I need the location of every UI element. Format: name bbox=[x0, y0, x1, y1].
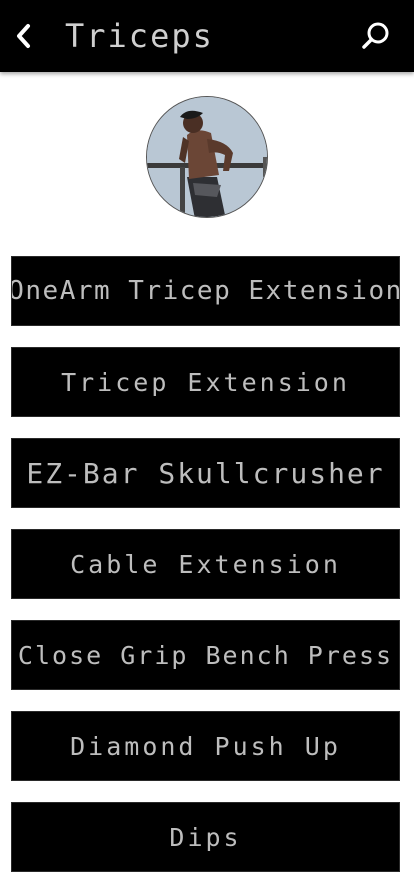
exercise-label: Cable Extension bbox=[70, 549, 341, 579]
exercise-label: Diamond Push Up bbox=[70, 731, 341, 761]
exercise-button-cable-extension[interactable]: Cable Extension bbox=[11, 529, 400, 599]
exercise-label: OneArm Tricep Extension bbox=[11, 276, 400, 306]
page-title: Triceps bbox=[65, 17, 214, 55]
exercise-label: Dips bbox=[169, 822, 242, 852]
exercise-button-diamond-push-up[interactable]: Diamond Push Up bbox=[11, 711, 400, 781]
avatar bbox=[146, 96, 268, 218]
search-icon[interactable] bbox=[360, 20, 392, 52]
exercise-button-tricep-extension[interactable]: Tricep Extension bbox=[11, 347, 400, 417]
exercise-button-onearm-tricep-extension[interactable]: OneArm Tricep Extension bbox=[11, 256, 400, 326]
exercise-label: Close Grip Bench Press bbox=[17, 640, 394, 670]
dip-athlete-image bbox=[147, 97, 267, 217]
exercise-list: OneArm Tricep Extension Tricep Extension… bbox=[11, 256, 400, 893]
exercise-label: EZ-Bar Skullcrusher bbox=[26, 456, 385, 490]
exercise-button-ez-bar-skullcrusher[interactable]: EZ-Bar Skullcrusher bbox=[11, 438, 400, 508]
exercise-button-dips[interactable]: Dips bbox=[11, 802, 400, 872]
exercise-label: Tricep Extension bbox=[61, 367, 350, 397]
chevron-left-icon[interactable] bbox=[10, 18, 36, 54]
app-bar: Triceps bbox=[0, 0, 414, 72]
exercise-button-close-grip-bench-press[interactable]: Close Grip Bench Press bbox=[11, 620, 400, 690]
